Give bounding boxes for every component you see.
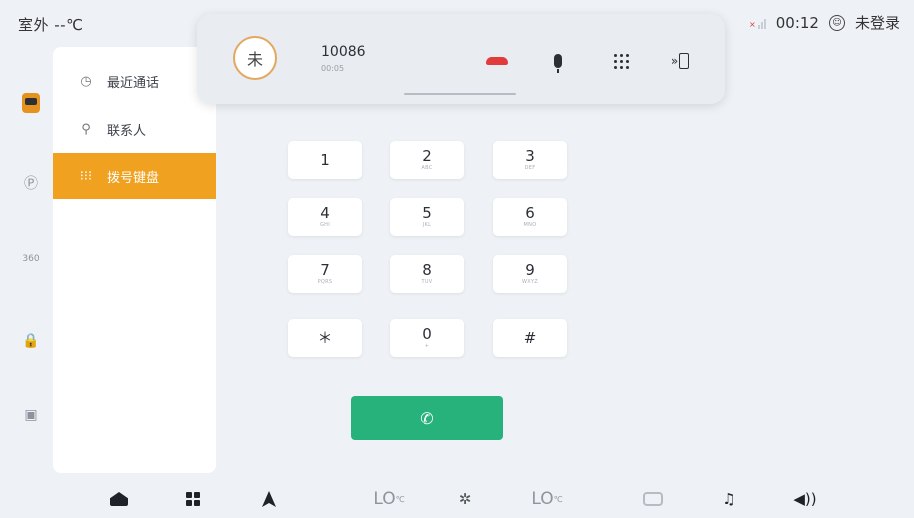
mute-button[interactable] — [544, 48, 572, 74]
transfer-to-phone-button[interactable]: » — [666, 48, 694, 74]
key-hash[interactable]: # — [493, 319, 567, 357]
caller-avatar: 未 — [233, 36, 277, 80]
phone-card-icon[interactable] — [14, 86, 48, 120]
dialpad-icon — [613, 53, 629, 69]
key-5[interactable]: 5 JKL — [390, 198, 464, 236]
key-8[interactable]: 8 TUV — [390, 255, 464, 293]
volume-icon[interactable]: ◀)) — [792, 486, 818, 512]
active-call-banner[interactable]: 未 10086 00:05 » — [197, 14, 725, 104]
music-note-icon[interactable]: ♫ — [718, 486, 740, 512]
login-status[interactable]: 未登录 — [855, 12, 900, 33]
360-view-icon[interactable]: 360 — [14, 242, 48, 276]
hangup-button[interactable] — [483, 48, 511, 74]
keypad-toggle-button[interactable] — [607, 48, 635, 74]
car-lock-icon[interactable]: 🔒 — [14, 324, 48, 358]
side-item-recent-calls[interactable]: ◷ 最近通话 — [53, 58, 216, 104]
bottom-dock: LO ℃ ✲ LO ℃ ♫ ◀)) — [0, 480, 914, 518]
key-letters: MNO — [523, 222, 537, 228]
key-digit: 2 — [422, 147, 432, 165]
right-temperature[interactable]: LO ℃ — [530, 486, 564, 512]
side-item-dialpad[interactable]: ⁝⁝⁝ 拨号键盘 — [53, 153, 216, 199]
key-digit: # — [523, 329, 537, 347]
call-duration: 00:05 — [321, 64, 345, 73]
clock-time: 00:12 — [775, 13, 819, 32]
temp-unit: ℃ — [553, 494, 563, 504]
caller-number: 10086 — [321, 44, 366, 60]
side-item-contacts[interactable]: ⚲ 联系人 — [53, 106, 216, 152]
temp-value: LO — [531, 489, 554, 509]
key-1[interactable]: 1 — [288, 141, 362, 179]
key-digit: 8 — [422, 261, 432, 279]
key-6[interactable]: 6 MNO — [493, 198, 567, 236]
hangup-icon — [486, 57, 508, 65]
temp-unit: ℃ — [395, 494, 405, 504]
status-bar-right: × 00:12 ☺ 未登录 — [749, 12, 900, 33]
side-item-label: 最近通话 — [107, 75, 160, 91]
key-digit: 5 — [422, 204, 432, 222]
key-digit: 3 — [525, 147, 535, 165]
outside-temperature: 室外 --℃ — [18, 16, 84, 34]
key-letters: PQRS — [317, 279, 333, 285]
dialpad-icon: ⁝⁝⁝ — [79, 168, 93, 184]
seat-heating-icon[interactable] — [640, 486, 666, 512]
apps-grid-icon[interactable] — [182, 486, 204, 512]
person-icon: ⚲ — [81, 121, 91, 137]
key-letters: JKL — [422, 222, 432, 228]
key-9[interactable]: 9 WXYZ — [493, 255, 567, 293]
key-digit: 9 — [525, 261, 535, 279]
fan-icon[interactable]: ✲ — [454, 486, 476, 512]
parking-icon[interactable]: Ⓟ — [14, 166, 48, 200]
key-0[interactable]: 0 + — [390, 319, 464, 357]
key-letters: GHI — [319, 222, 330, 228]
key-2[interactable]: 2 ABC — [390, 141, 464, 179]
side-panel: ◷ 最近通话 ⚲ 联系人 ⁝⁝⁝ 拨号键盘 — [53, 47, 216, 473]
key-digit: 0 — [422, 325, 432, 343]
user-circle-icon[interactable]: ☺ — [828, 14, 845, 31]
key-7[interactable]: 7 PQRS — [288, 255, 362, 293]
temp-value: LO — [373, 489, 396, 509]
key-digit: 7 — [320, 261, 330, 279]
key-3[interactable]: 3 DEF — [493, 141, 567, 179]
key-letters: + — [424, 343, 430, 349]
card-reader-icon[interactable]: ▣ — [14, 398, 48, 432]
key-star[interactable]: ＊ — [288, 319, 362, 357]
left-temperature[interactable]: LO ℃ — [372, 486, 406, 512]
clock-icon: ◷ — [80, 73, 92, 89]
navigation-arrow-icon[interactable] — [258, 486, 280, 512]
key-letters: TUV — [421, 279, 433, 285]
phone-icon: ✆ — [420, 408, 434, 428]
signal-off-icon: × — [749, 17, 766, 29]
key-digit: 6 — [525, 204, 535, 222]
microphone-icon — [554, 54, 562, 73]
key-digit: ＊ — [317, 329, 333, 347]
dial-call-button[interactable]: ✆ — [351, 396, 503, 440]
key-letters: DEF — [524, 165, 536, 171]
home-icon[interactable] — [108, 486, 130, 512]
key-letters: ABC — [421, 165, 433, 171]
key-letters: WXYZ — [521, 279, 539, 285]
key-4[interactable]: 4 GHI — [288, 198, 362, 236]
banner-drag-handle[interactable] — [404, 93, 516, 95]
key-digit: 1 — [320, 151, 330, 169]
transfer-to-phone-icon: » — [671, 53, 690, 69]
key-digit: 4 — [320, 204, 330, 222]
side-item-label: 拨号键盘 — [107, 170, 160, 186]
side-item-label: 联系人 — [107, 123, 147, 139]
